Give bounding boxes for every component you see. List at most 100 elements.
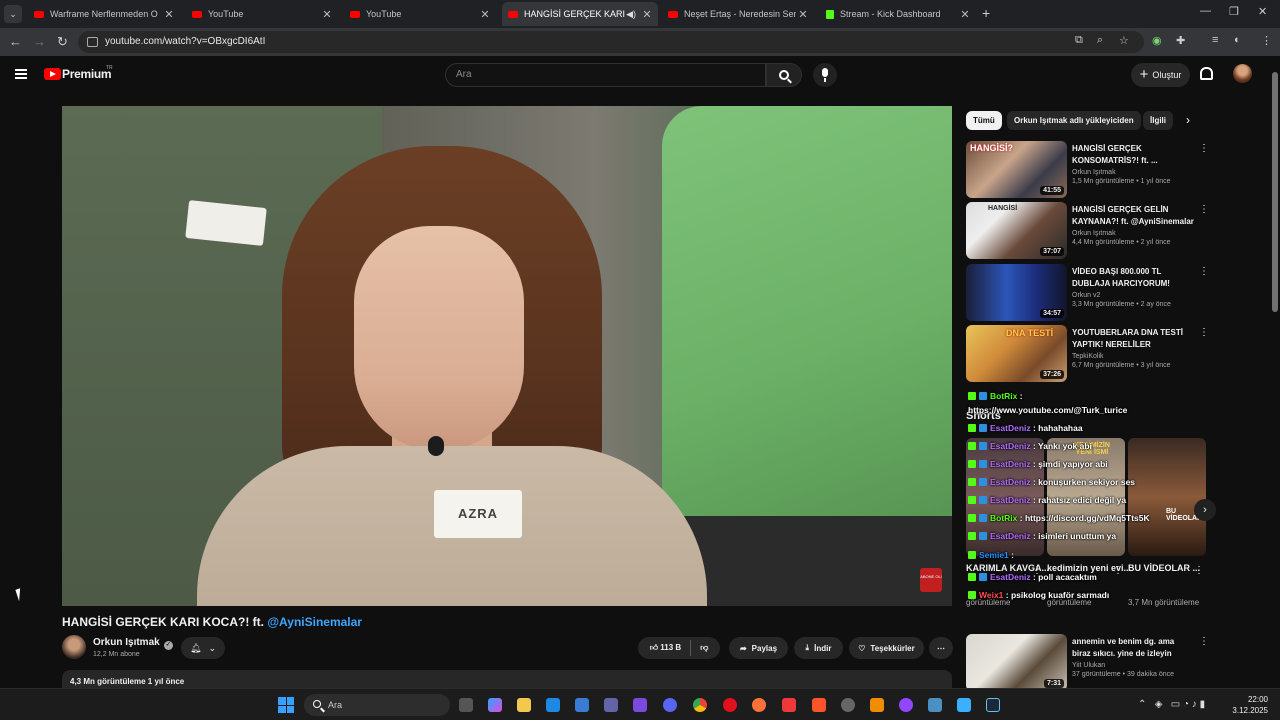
vivaldi-icon[interactable] <box>782 698 796 712</box>
voice-search-icon[interactable] <box>813 63 837 87</box>
like-button[interactable]: 👍︎ 113 B <box>650 643 682 653</box>
opera-icon[interactable] <box>723 698 737 712</box>
notifications-bell-icon[interactable] <box>1200 67 1213 80</box>
more-vertical-icon[interactable]: ⋮ <box>1199 327 1209 338</box>
chip-all[interactable]: Tümü <box>966 111 1002 130</box>
recommendation-item[interactable]: HANGİSİ? 41:55 HANGİSİ GERÇEK KONSOMATRİ… <box>966 141 1209 199</box>
video-thumbnail[interactable]: HANGİSİ? 41:55 <box>966 141 1067 198</box>
subscribe-watermark[interactable]: ABONE OL! <box>920 568 942 592</box>
zoom-icon[interactable]: ⌕ <box>1097 34 1103 47</box>
new-tab-button[interactable]: + <box>982 5 990 21</box>
app-icon[interactable] <box>928 698 942 712</box>
firefox-icon[interactable] <box>752 698 766 712</box>
more-vertical-icon[interactable]: ⋮ <box>1113 565 1123 576</box>
media-icon[interactable]: ≡ <box>1212 34 1218 46</box>
channel-avatar[interactable] <box>62 635 86 659</box>
task-view-icon[interactable] <box>459 698 473 712</box>
recommendation-item[interactable]: 7:31 annemin ve benim dg. ama biraz sıkı… <box>966 634 1209 692</box>
video-player[interactable]: AZRA ABONE OL! <box>62 106 952 606</box>
dislike-button[interactable]: 👎︎ <box>700 643 708 653</box>
tab-search-icon[interactable]: ⌄ <box>4 5 22 23</box>
more-vertical-icon[interactable]: ⋮ <box>1199 204 1209 215</box>
mail-icon[interactable] <box>546 698 560 712</box>
video-title-mention[interactable]: @AyniSinemalar <box>267 615 362 629</box>
video-thumbnail[interactable]: 34:57 <box>966 264 1067 321</box>
video-thumbnail[interactable]: 7:31 <box>966 634 1067 691</box>
discord-icon[interactable] <box>663 698 677 712</box>
browser-tab-active[interactable]: HANGİSİ GERÇEK KARI KOC ◀) ✕ <box>502 2 658 26</box>
minimize-icon[interactable]: — <box>1200 5 1211 17</box>
thanks-button[interactable]: ♡ Teşekkürler <box>849 637 924 659</box>
close-tab-icon[interactable]: ✕ <box>958 8 972 21</box>
close-tab-icon[interactable]: ✕ <box>478 8 492 21</box>
account-avatar[interactable] <box>1233 64 1252 83</box>
vlc-icon[interactable] <box>870 698 884 712</box>
search-input[interactable]: Ara <box>445 63 766 87</box>
brave-icon[interactable] <box>812 698 826 712</box>
address-bar[interactable]: youtube.com/watch?v=OBxgcDI6AtI <box>78 31 1144 53</box>
profile-icon[interactable]: ◐ <box>1234 34 1241 46</box>
create-button[interactable]: + Oluştur <box>1131 63 1190 87</box>
app-icon[interactable] <box>899 698 913 712</box>
file-explorer-icon[interactable] <box>517 698 531 712</box>
browser-tab[interactable]: Neşet Ertaş - Neredesin Sen (Ja ✕ <box>662 2 814 26</box>
app-icon[interactable] <box>957 698 971 712</box>
chip-from-uploader[interactable]: Orkun Işıtmak adlı yükleyiciden <box>1007 111 1141 130</box>
site-info-icon[interactable] <box>87 37 98 47</box>
app-icon[interactable] <box>841 698 855 712</box>
system-clock[interactable]: 22:00 3.12.2025 <box>1232 694 1268 716</box>
forward-arrow-icon[interactable]: → <box>33 34 46 49</box>
extensions-puzzle-icon[interactable]: ✚ <box>1176 34 1185 47</box>
youtube-logo-icon[interactable] <box>44 68 61 80</box>
chip-related[interactable]: İlgili <box>1143 111 1173 130</box>
close-tab-icon[interactable]: ✕ <box>640 8 654 21</box>
short-title[interactable]: BU VİDEOLAR ... <box>1128 562 1200 574</box>
windows-start-icon[interactable] <box>278 697 294 713</box>
close-tab-icon[interactable]: ✕ <box>796 8 810 21</box>
download-button[interactable]: ⤓ İndir <box>794 637 843 659</box>
more-vertical-icon[interactable]: ⋮ <box>1199 266 1209 277</box>
system-tray[interactable]: ⌃ ◈ ▭ ◔ ♪ ▮ <box>1138 699 1205 710</box>
scrollbar-thumb[interactable] <box>1272 72 1278 312</box>
speaker-icon[interactable]: ◀) <box>626 9 636 20</box>
recommendation-item[interactable]: DNA TESTİ 37:26 YOUTUBERLARA DNA TESTİ Y… <box>966 325 1209 383</box>
more-menu-icon[interactable]: ⋮ <box>1261 34 1272 47</box>
short-thumbnail[interactable]: BU VİDEOLAR <box>1128 438 1206 556</box>
cast-icon[interactable]: ⧉ <box>1075 34 1083 47</box>
recommendation-item[interactable]: 34:57 VİDEO BAŞI 800.000 TL DUBLAJA HARC… <box>966 264 1209 322</box>
browser-tab[interactable]: Stream - Kick Dashboard ✕ <box>820 2 976 26</box>
browser-tab[interactable]: YouTube ✕ <box>344 2 496 26</box>
search-button[interactable] <box>766 63 802 87</box>
back-arrow-icon[interactable]: ← <box>9 34 22 49</box>
share-button[interactable]: ➦ Paylaş <box>729 637 788 659</box>
video-thumbnail[interactable]: HANGİSİ 37:07 <box>966 202 1067 259</box>
taskbar-search[interactable]: Ara <box>304 694 450 716</box>
reload-icon[interactable]: ↻ <box>57 34 68 50</box>
recommendation-item[interactable]: HANGİSİ 37:07 HANGİSİ GERÇEK GELİN KAYNA… <box>966 202 1209 260</box>
bookmark-star-icon[interactable]: ☆ <box>1119 34 1129 47</box>
copilot-icon[interactable] <box>488 698 502 712</box>
youtube-logo-text[interactable]: Premium <box>62 67 112 81</box>
chevron-right-icon[interactable]: › <box>1186 113 1190 127</box>
hamburger-menu-icon[interactable] <box>15 69 27 79</box>
more-actions-button[interactable]: ⋯ <box>929 637 953 659</box>
close-window-icon[interactable]: ✕ <box>1258 5 1267 18</box>
close-tab-icon[interactable]: ✕ <box>320 8 334 21</box>
chrome-icon[interactable] <box>693 698 707 712</box>
steam-icon[interactable] <box>986 698 1000 712</box>
store-icon[interactable] <box>575 698 589 712</box>
shorts-next-arrow-icon[interactable]: › <box>1194 499 1216 521</box>
channel-name[interactable]: Orkun Işıtmak ✓ <box>93 637 173 650</box>
close-tab-icon[interactable]: ✕ <box>162 8 176 21</box>
maximize-icon[interactable]: ❐ <box>1229 5 1239 18</box>
more-vertical-icon[interactable]: ⋮ <box>1194 565 1204 576</box>
extension-icon[interactable]: ◉ <box>1152 34 1162 47</box>
browser-tab[interactable]: YouTube ✕ <box>186 2 338 26</box>
teams-icon[interactable] <box>604 698 618 712</box>
app-icon[interactable] <box>633 698 647 712</box>
browser-tab[interactable]: Warframe Nerflenmeden O ✕ <box>28 2 180 26</box>
page-scrollbar[interactable] <box>1271 64 1279 688</box>
video-thumbnail[interactable]: DNA TESTİ 37:26 <box>966 325 1067 382</box>
subscribed-notifications-button[interactable]: 🔔︎ ⌄ <box>181 637 225 659</box>
more-vertical-icon[interactable]: ⋮ <box>1199 143 1209 154</box>
